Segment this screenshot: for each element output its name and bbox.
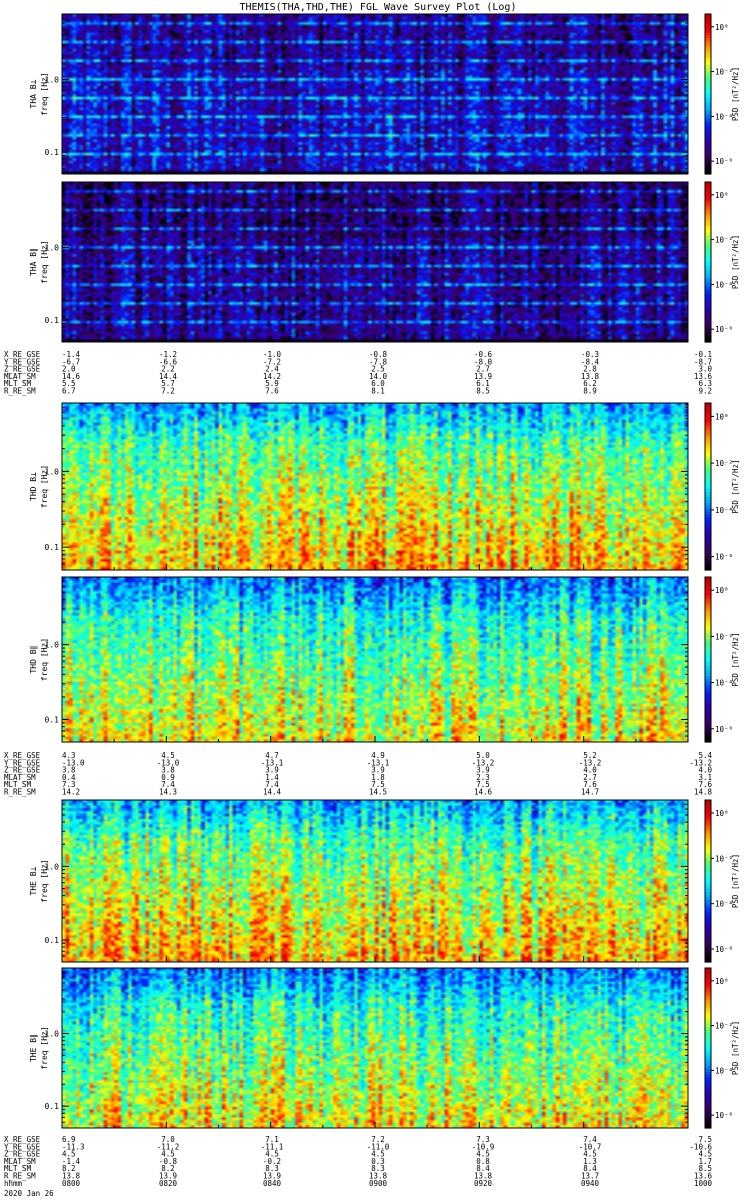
y-tick-label: 0.1: [45, 1102, 60, 1111]
y-tick-label: 0.1: [45, 316, 60, 325]
y-tick-label: 0.1: [45, 715, 60, 724]
y-axis-label: THE B⊥: [29, 866, 38, 895]
colorbar: 10⁰10⁻²10⁻⁴10⁻⁶PSD [nT²/Hz]: [704, 967, 740, 1129]
wave-survey-figure: THEMIS(THA,THD,THE) FGL Wave Survey Plot…: [4, 2, 740, 1198]
ephemeris-value: 14.5: [369, 788, 387, 797]
y-axis-label: THD B⊥: [29, 472, 38, 501]
ephemeris-value: 14.2: [62, 788, 80, 797]
colorbar-label: PSD [nT²/Hz]: [731, 459, 740, 513]
colorbar-tick-label: 10⁰: [715, 23, 729, 32]
ephemeris-value: 1000: [694, 1179, 713, 1188]
colorbar: 10⁰10⁻²10⁻⁴10⁻⁶PSD [nT²/Hz]: [704, 576, 740, 743]
y-axis-label: THD B∥: [29, 645, 38, 673]
ephemeris-value: 14.4: [263, 788, 282, 797]
ephemeris-table: X_RE_GSE 4.3 4.5 4.7 4.9 5.0 5.2 5.4Y_RE_GSE -13…: [4, 751, 712, 797]
ephemeris-value: 0920: [474, 1179, 493, 1188]
ephemeris-value: 0820: [159, 1179, 178, 1188]
colorbar-label: PSD [nT²/Hz]: [731, 235, 740, 289]
spectrogram-panel: 0.11.0THA B∥ freq [Hz]10⁰10⁻²10⁻⁴10⁻⁶PSD …: [29, 181, 740, 343]
ephemeris-value: 0800: [62, 1179, 81, 1188]
ephemeris-value: 7.6: [265, 387, 279, 396]
ephemeris-row-label: R_RE_SM: [4, 788, 36, 797]
plot-layer: 0.11.0THA B⊥ freq [Hz]10⁰10⁻²10⁻⁴10⁻⁶PSD …: [4, 13, 740, 1188]
colorbar-tick-label: 10⁻⁶: [715, 945, 733, 954]
spectrogram-image: [62, 403, 688, 570]
ephemeris-value: 0900: [369, 1179, 388, 1188]
ephemeris-value: 0840: [263, 1179, 282, 1188]
ephemeris-value: 8.9: [583, 387, 597, 396]
spectrogram-image: [62, 14, 688, 174]
ephemeris-value: 8.5: [476, 387, 490, 396]
spectrogram-image: [62, 800, 688, 962]
colorbar: 10⁰10⁻²10⁻⁴10⁻⁶PSD [nT²/Hz]: [704, 13, 740, 175]
ephemeris-row-label: hhmm: [4, 1179, 23, 1188]
date-label: 2020 Jan 26: [4, 1189, 54, 1198]
colorbar-label: PSD [nT²/Hz]: [731, 854, 740, 908]
spectrogram-panel: 0.11.0THD B⊥ freq [Hz]10⁰10⁻²10⁻⁴10⁻⁶PSD …: [29, 402, 740, 571]
colorbar-tick-label: 10⁻⁶: [715, 1111, 733, 1120]
colorbar-tick-label: 10⁻⁶: [715, 725, 733, 734]
y-axis-label: THA B∥: [29, 248, 38, 276]
ephemeris-row-label: R_RE_SM: [4, 387, 36, 396]
colorbar-label: PSD [nT²/Hz]: [731, 1021, 740, 1075]
spectrogram-panel: 0.11.0THE B∥ freq [Hz]10⁰10⁻²10⁻⁴10⁻⁶PSD …: [29, 967, 740, 1129]
ephemeris-value: 14.8: [694, 788, 713, 797]
y-axis-unit: freq [Hz]: [40, 465, 49, 508]
y-axis-unit: freq [Hz]: [40, 240, 49, 283]
ephemeris-value: 7.2: [161, 387, 175, 396]
y-axis-unit: freq [Hz]: [40, 1026, 49, 1069]
colorbar: 10⁰10⁻²10⁻⁴10⁻⁶PSD [nT²/Hz]: [704, 181, 740, 343]
colorbar: 10⁰10⁻²10⁻⁴10⁻⁶PSD [nT²/Hz]: [704, 402, 740, 571]
spectrogram-image: [62, 968, 688, 1128]
figure-title: THEMIS(THA,THD,THE) FGL Wave Survey Plot…: [240, 2, 517, 13]
colorbar-tick-label: 10⁰: [715, 191, 729, 200]
spectrogram-panel: 0.11.0THA B⊥ freq [Hz]10⁰10⁻²10⁻⁴10⁻⁶PSD …: [29, 13, 740, 175]
ephemeris-value: 6.7: [62, 387, 76, 396]
ephemeris-value: 14.7: [581, 788, 599, 797]
colorbar-tick-label: 10⁻⁶: [715, 553, 733, 562]
y-axis-label: THE B∥: [29, 1034, 38, 1062]
ephemeris-value: 9.2: [698, 387, 712, 396]
y-axis-label: THA B⊥: [29, 79, 38, 108]
colorbar-label: PSD [nT²/Hz]: [731, 632, 740, 686]
colorbar-tick-label: 10⁰: [715, 412, 729, 421]
colorbar-tick-label: 10⁻⁶: [715, 325, 733, 334]
y-axis-unit: freq [Hz]: [40, 638, 49, 681]
spectrogram-image: [62, 182, 688, 342]
colorbar-tick-label: 10⁰: [715, 809, 729, 818]
colorbar-tick-label: 10⁰: [715, 977, 729, 986]
colorbar-tick-label: 10⁻⁶: [715, 157, 733, 166]
ephemeris-value: 14.6: [474, 788, 493, 797]
ephemeris-table: X_RE_GSE -1.4 -1.2 -1.0 -0.8 -0.6 -0.3 -0.1Y_RE…: [4, 350, 712, 396]
colorbar: 10⁰10⁻²10⁻⁴10⁻⁶PSD [nT²/Hz]: [704, 799, 740, 963]
spectrogram-image: [62, 577, 688, 742]
ephemeris-value: 8.1: [371, 387, 385, 396]
y-tick-label: 0.1: [45, 543, 60, 552]
ephemeris-table: X_RE_GSE 6.9 7.0 7.1 7.2 7.3 7.4 7.5Y_RE_GSE -11…: [4, 1135, 712, 1188]
y-tick-label: 0.1: [45, 148, 60, 157]
spectrogram-panel: 0.11.0THE B⊥ freq [Hz]10⁰10⁻²10⁻⁴10⁻⁶PSD …: [29, 799, 740, 963]
colorbar-label: PSD [nT²/Hz]: [731, 67, 740, 121]
y-axis-unit: freq [Hz]: [40, 859, 49, 902]
spectrogram-panel: 0.11.0THD B∥ freq [Hz]10⁰10⁻²10⁻⁴10⁻⁶PSD …: [29, 576, 740, 743]
y-tick-label: 0.1: [45, 936, 60, 945]
y-axis-unit: freq [Hz]: [40, 72, 49, 115]
colorbar-tick-label: 10⁰: [715, 586, 729, 595]
ephemeris-value: 14.3: [159, 788, 177, 797]
ephemeris-value: 0940: [581, 1179, 600, 1188]
